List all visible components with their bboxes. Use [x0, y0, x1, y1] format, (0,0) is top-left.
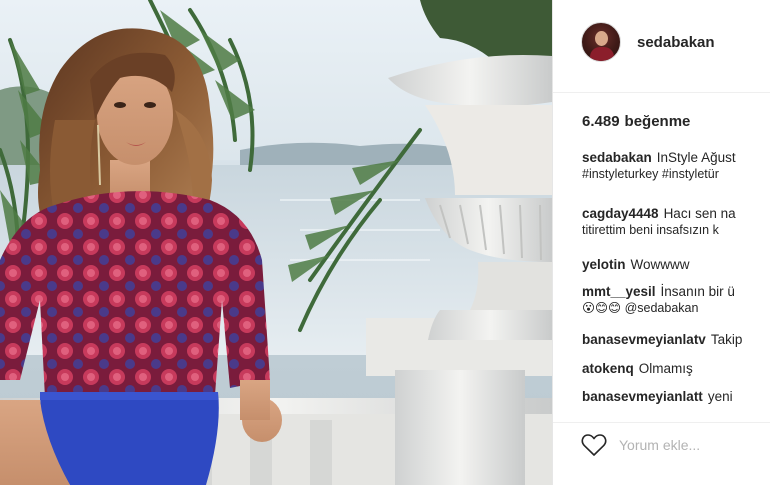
comment-username[interactable]: banasevmeyianlatv: [582, 332, 706, 347]
comment-item: sedabakan InStyle Ağust #instyleturkey #i…: [582, 149, 770, 183]
comment-item: mmt__yesil İnsanın bir ü 😮😊😊 @sedabakan: [582, 283, 770, 317]
likes-number: 6.489: [582, 113, 620, 130]
post-photo[interactable]: [0, 0, 552, 485]
comment-text: InStyle Ağust: [656, 150, 736, 165]
post-photo-illustration: [0, 0, 552, 485]
comment-text-line2: 😮😊😊 @sedabakan: [582, 301, 699, 315]
heart-outline-icon[interactable]: [581, 433, 607, 457]
comment-text: İnsanın bir ü: [660, 284, 735, 299]
comment-username[interactable]: mmt__yesil: [582, 284, 656, 299]
comment-text: yeni: [707, 389, 733, 404]
comment-username[interactable]: atokenq: [582, 361, 634, 376]
comment-text: Wowwww: [630, 257, 690, 272]
comment-text: Olmamış: [638, 361, 693, 376]
comment-username[interactable]: cagday4448: [582, 206, 659, 221]
divider: [553, 422, 770, 423]
comment-username[interactable]: sedabakan: [582, 150, 652, 165]
comment-hashtags[interactable]: #instyleturkey #instyletür: [582, 166, 770, 183]
comment-text: Hacı sen na: [663, 206, 736, 221]
comment-item: yelotin Wowwww: [582, 256, 770, 273]
add-comment-input[interactable]: [619, 433, 764, 457]
avatar[interactable]: [581, 22, 621, 62]
comment-item: banasevmeyianlatv Takip: [582, 331, 770, 348]
post-details-panel: sedabakan 6.489 beğenme sedabakan InStyle …: [552, 0, 770, 485]
likes-label: beğenme: [624, 113, 691, 130]
comment-text-line2: titirettim beni insafsızın k: [582, 223, 719, 237]
comment-item: cagday4448 Hacı sen na titirettim beni in…: [582, 205, 770, 239]
comment-item: banasevmeyianlatt yeni: [582, 388, 770, 405]
comment-username[interactable]: yelotin: [582, 257, 626, 272]
post-username[interactable]: sedabakan: [637, 34, 715, 51]
likes-count[interactable]: 6.489 beğenme: [582, 113, 690, 130]
comment-text: Takip: [710, 332, 743, 347]
comment-item: atokenq Olmamış: [582, 360, 770, 377]
post-header: sedabakan: [553, 0, 770, 93]
comment-username[interactable]: banasevmeyianlatt: [582, 389, 703, 404]
